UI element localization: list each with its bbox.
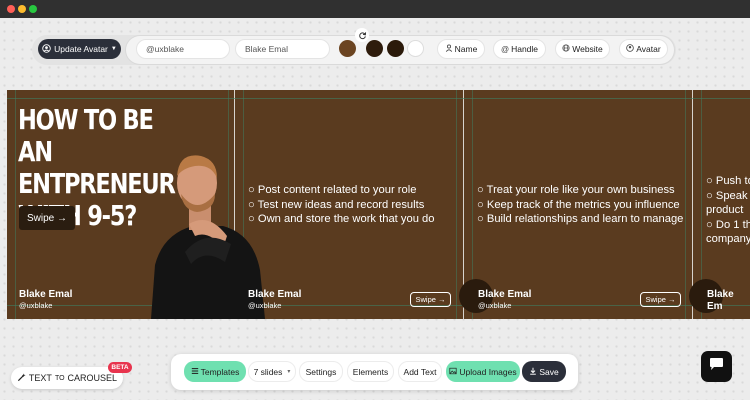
avatar-circle-icon [626,44,635,54]
swipe-button[interactable]: Swipe → [410,292,451,307]
toggle-handle-button[interactable]: @ Handle [493,39,546,59]
person-photo [151,155,265,319]
author-credit: Blake Emal @uxblake [248,289,301,310]
author-name: Blake Emal [478,289,532,300]
upload-images-label: Upload Images [459,366,517,377]
toggle-name-label: Name [454,44,478,54]
toggle-website-label: Website [572,44,603,54]
bullet-list[interactable]: ○ Treat your role like your own business… [477,183,683,227]
avatar-circle-icon [42,43,51,55]
chat-bubble-icon [709,357,724,376]
templates-button[interactable]: Templates [184,361,246,382]
bullet-list[interactable]: ○ Post content related to your role ○ Te… [248,183,434,227]
update-avatar-dropdown[interactable]: Update Avatar ▼ [38,39,121,59]
list-item: ○ Treat your role like your own business [477,184,675,196]
elements-button[interactable]: Elements [347,361,394,382]
list-item: ○ Test new ideas and record results [248,198,425,211]
settings-button[interactable]: Settings [299,361,343,382]
upload-images-button[interactable]: Upload Images [446,361,520,382]
toggle-website-button[interactable]: Website [555,39,610,59]
carousel-canvas: HOW TO BE AN ENTPRENEUR WITH 9-5? Swipe … [7,90,750,319]
swipe-button[interactable]: Swipe → [640,292,681,307]
color-swatch-brown[interactable] [339,40,356,57]
brand-logo[interactable]: TEXT TO CAROUSEL [11,367,123,389]
chat-support-button[interactable] [701,351,732,382]
zoom-window-button[interactable] [29,5,37,13]
guide-line [7,305,750,306]
author-credit: Blake Emal @uxblake [478,289,531,310]
name-input[interactable]: Blake Emal [235,39,330,59]
handle-input[interactable]: @uxblake [136,39,230,59]
author-handle: @uxblake [19,301,53,310]
toggle-handle-label: Handle [511,44,539,54]
minimize-window-button[interactable] [18,5,26,13]
list-item: ○ Own and store the work that you do [248,213,435,225]
list-item: ○ Build relationships and learn to manag… [477,213,684,225]
list-item: ○ Do 1 thi [706,218,750,231]
update-avatar-label: Update Avatar [54,44,108,54]
brand-carousel: CAROUSEL [67,373,118,383]
author-name: Blake Emal [19,289,73,300]
slide-count-value: 7 slides [253,366,283,377]
chevron-down-icon: ▼ [110,46,117,52]
save-label: Save [539,366,559,377]
image-icon [449,367,457,377]
list-icon [191,367,199,377]
guide-line [7,98,750,99]
user-icon [445,44,453,54]
swipe-button[interactable]: Swipe → [19,206,75,230]
close-window-button[interactable] [7,5,15,13]
brand-text: TEXT [28,373,52,383]
list-item: ○ Push to [706,175,750,187]
window-titlebar [0,0,750,18]
add-text-button[interactable]: Add Text [398,361,442,382]
toggle-avatar-button[interactable]: Avatar [619,39,668,59]
refresh-icon[interactable] [355,28,369,42]
brand-to: TO [54,374,65,382]
color-swatch-darkest-brown[interactable] [387,40,404,57]
magic-wand-icon [17,372,26,384]
list-item: ○ Post content related to your role [248,184,417,196]
at-sign-icon: @ [500,44,510,54]
guide-line [685,90,686,319]
guide-line [456,90,457,319]
slide-count-select[interactable]: 7 slides ▾ [248,361,296,382]
author-name: Blake Emal [248,289,302,300]
color-swatch-white[interactable] [407,40,424,57]
color-swatch-dark-brown[interactable] [366,40,383,57]
author-credit: Blake Emal @uxblake [19,289,72,310]
download-icon [529,367,537,377]
beta-badge: BETA [108,362,132,373]
bullet-list[interactable]: ○ Push to ○ Speak o product ○ Do 1 thi c… [706,174,750,247]
author-handle: @uxblake [248,301,282,310]
author-handle: @uxblake [478,301,512,310]
slide-title-line: ENTPRENEUR [18,168,176,200]
save-button[interactable]: Save [522,361,566,382]
author-name: Blake Em [707,289,734,312]
toggle-avatar-label: Avatar [636,44,661,54]
chevron-down-icon: ▾ [287,369,291,375]
globe-icon [562,44,570,54]
author-credit: Blake Em [707,289,750,313]
templates-label: Templates [200,366,240,377]
list-item: product [706,204,744,216]
toggle-name-button[interactable]: Name [437,39,485,59]
slide-title-line: HOW TO BE AN [18,104,154,168]
list-item: company [706,233,750,245]
list-item: ○ Keep track of the metrics you influenc… [477,198,680,211]
guide-line [15,90,16,319]
list-item: ○ Speak o [706,189,750,202]
